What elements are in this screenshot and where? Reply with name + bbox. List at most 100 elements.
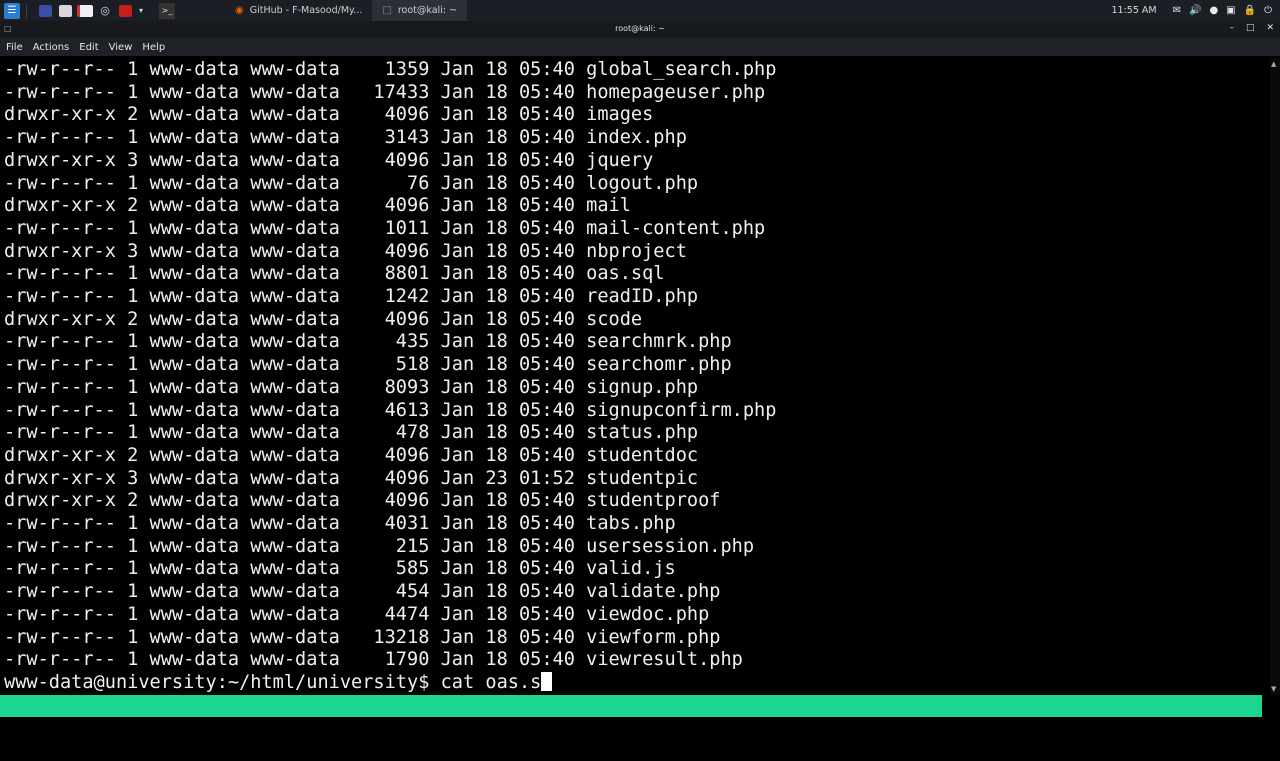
- listing-time: 05:40: [518, 490, 587, 512]
- taskbar-item-0[interactable]: ◉ GitHub - F-Masood/My...: [225, 0, 372, 21]
- listing-day: 18: [485, 331, 519, 353]
- listing-row: drwxr-xr-x 3 www-data www-data 4096 Jan …: [4, 468, 698, 491]
- listing-time: 05:40: [518, 217, 587, 239]
- listing-month: Jan: [440, 626, 486, 648]
- menu-edit[interactable]: Edit: [73, 42, 102, 53]
- listing-day: 18: [485, 195, 519, 217]
- listing-links: 1: [127, 535, 150, 557]
- listing-group: www-data: [250, 240, 352, 262]
- listing-group: www-data: [250, 603, 352, 625]
- listing-month: Jan: [440, 649, 486, 671]
- listing-group: www-data: [250, 444, 352, 466]
- listing-group: www-data: [250, 149, 352, 171]
- listing-size: 4613: [351, 399, 441, 421]
- listing-time: 01:52: [518, 467, 587, 489]
- listing-row: -rw-r--r-- 1 www-data www-data 1011 Jan …: [4, 218, 765, 241]
- logout-icon[interactable]: ⏻: [1264, 5, 1272, 16]
- listing-links: 2: [127, 104, 150, 126]
- chevron-down-icon[interactable]: ▾: [137, 3, 145, 19]
- text-editor-icon[interactable]: [77, 3, 93, 19]
- listing-links: 2: [127, 308, 150, 330]
- listing-perms: drwxr-xr-x: [4, 149, 128, 171]
- listing-size: 4096: [351, 149, 441, 171]
- listing-day: 18: [485, 263, 519, 285]
- listing-row: -rw-r--r-- 1 www-data www-data 585 Jan 1…: [4, 558, 676, 581]
- listing-name: studentdoc: [586, 444, 699, 466]
- listing-month: Jan: [440, 308, 486, 330]
- file-manager-icon[interactable]: [57, 3, 73, 19]
- notifications-icon[interactable]: ●: [1209, 5, 1218, 16]
- listing-perms: drwxr-xr-x: [4, 195, 128, 217]
- listing-day: 18: [485, 422, 519, 444]
- listing-row: drwxr-xr-x 2 www-data www-data 4096 Jan …: [4, 195, 631, 218]
- listing-name: global_search.php: [586, 59, 777, 80]
- listing-day: 18: [485, 354, 519, 376]
- taskbar: ◉ GitHub - F-Masood/My... □ root@kali: ~: [225, 0, 467, 21]
- listing-month: Jan: [440, 376, 486, 398]
- prompt-line[interactable]: www-data@university:~/html/university$ c…: [4, 671, 553, 695]
- terminal-scrollbar[interactable]: ▲ ▼: [1270, 58, 1280, 695]
- listing-month: Jan: [440, 535, 486, 557]
- listing-perms: drwxr-xr-x: [4, 308, 128, 330]
- listing-perms: -rw-r--r--: [4, 286, 128, 307]
- power-icon[interactable]: ▣: [1226, 5, 1235, 16]
- mail-icon[interactable]: ✉: [1173, 5, 1181, 16]
- listing-name: scode: [586, 308, 643, 330]
- listing-time: 05:40: [518, 649, 587, 671]
- listing-time: 05:40: [518, 331, 587, 353]
- menu-bar: File Actions Edit View Help: [0, 38, 1280, 56]
- listing-name: jquery: [586, 149, 654, 171]
- listing-row: -rw-r--r-- 1 www-data www-data 4613 Jan …: [4, 400, 776, 423]
- listing-day: 18: [485, 490, 519, 512]
- listing-perms: -rw-r--r--: [4, 172, 128, 194]
- listing-size: 8093: [351, 376, 441, 398]
- listing-perms: -rw-r--r--: [4, 558, 128, 580]
- scroll-up-icon[interactable]: ▲: [1271, 60, 1276, 68]
- listing-perms: -rw-r--r--: [4, 376, 128, 398]
- terminal-launcher-icon[interactable]: >_: [159, 2, 175, 19]
- listing-links: 1: [127, 603, 150, 625]
- listing-size: 17433: [351, 81, 441, 103]
- menu-help[interactable]: Help: [136, 42, 169, 53]
- volume-icon[interactable]: 🔊: [1189, 5, 1201, 16]
- show-desktop-icon[interactable]: [37, 3, 53, 19]
- tmux-window-list[interactable]: [0] 0:bash 1:rlwrap* 2:bash-: [4, 717, 318, 739]
- close-icon[interactable]: ✕: [1266, 23, 1274, 33]
- listing-month: Jan: [440, 149, 486, 171]
- listing-time: 05:40: [518, 81, 587, 103]
- window-titlebar[interactable]: □ root@kali: ~ – □ ✕: [0, 21, 1280, 38]
- listing-owner: www-data: [149, 354, 251, 376]
- listing-name: searchmrk.php: [586, 331, 732, 353]
- listing-row: drwxr-xr-x 2 www-data www-data 4096 Jan …: [4, 490, 720, 513]
- listing-day: 18: [485, 376, 519, 398]
- listing-row: -rw-r--r-- 1 www-data www-data 1242 Jan …: [4, 286, 698, 309]
- maximize-icon[interactable]: □: [1246, 23, 1255, 33]
- listing-size: 454: [351, 581, 441, 603]
- terminal-output[interactable]: -rw-r--r-- 1 www-data www-data 1359 Jan …: [0, 58, 1270, 695]
- listing-owner: www-data: [149, 376, 251, 398]
- clock[interactable]: 11:55 AM: [1112, 5, 1157, 16]
- menu-actions[interactable]: Actions: [27, 42, 74, 53]
- listing-name: searchomr.php: [586, 354, 732, 376]
- listing-links: 1: [127, 376, 150, 398]
- listing-day: 18: [485, 59, 519, 80]
- command-input[interactable]: cat oas.s: [441, 672, 542, 693]
- listing-month: Jan: [440, 603, 486, 625]
- listing-links: 1: [127, 59, 150, 80]
- listing-row: -rw-r--r-- 1 www-data www-data 435 Jan 1…: [4, 331, 732, 354]
- browser-icon[interactable]: ◎: [97, 3, 113, 19]
- listing-group: www-data: [250, 172, 352, 194]
- menu-file[interactable]: File: [0, 42, 27, 53]
- listing-perms: drwxr-xr-x: [4, 467, 128, 489]
- listing-time: 05:40: [518, 535, 587, 557]
- listing-owner: www-data: [149, 467, 251, 489]
- listing-row: -rw-r--r-- 1 www-data www-data 8801 Jan …: [4, 263, 665, 286]
- listing-perms: drwxr-xr-x: [4, 490, 128, 512]
- minimize-icon[interactable]: –: [1229, 23, 1234, 33]
- scroll-down-icon[interactable]: ▼: [1271, 685, 1276, 693]
- menu-view[interactable]: View: [103, 42, 137, 53]
- kali-menu-icon[interactable]: ☰: [4, 2, 20, 19]
- app-launcher-icon[interactable]: [117, 3, 133, 19]
- taskbar-item-1[interactable]: □ root@kali: ~: [372, 0, 467, 21]
- lock-icon[interactable]: 🔒: [1244, 5, 1256, 16]
